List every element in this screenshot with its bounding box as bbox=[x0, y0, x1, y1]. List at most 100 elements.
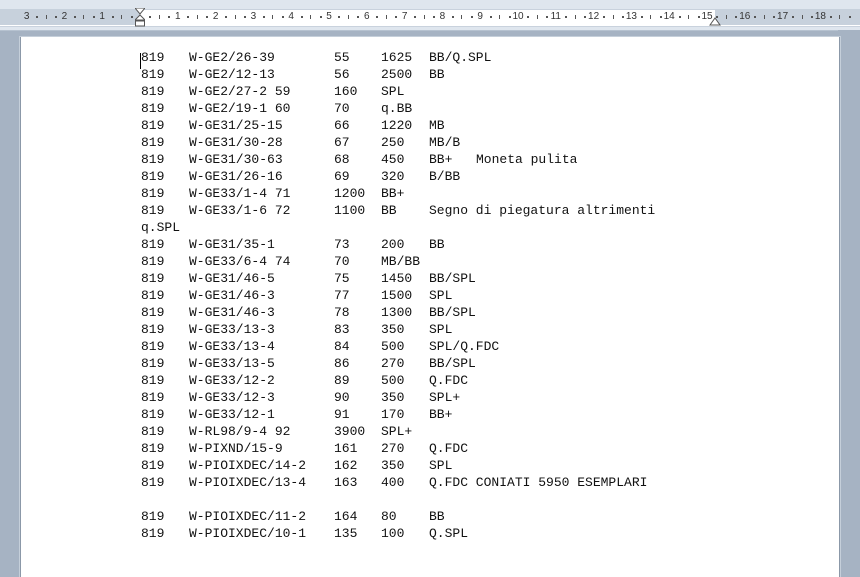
line-field: 819 bbox=[141, 509, 165, 524]
ruler-tick bbox=[225, 16, 228, 18]
line-field: Q.SPL bbox=[429, 526, 469, 541]
line-field: 819 bbox=[141, 67, 165, 82]
line-field: 160 bbox=[334, 84, 358, 99]
ruler-tick bbox=[376, 16, 379, 18]
ruler-tick bbox=[385, 15, 387, 19]
line-field: BB bbox=[429, 509, 445, 524]
ruler-number: 10 bbox=[512, 11, 524, 22]
ruler-tick bbox=[149, 16, 152, 18]
line-field: 164 bbox=[334, 509, 358, 524]
ruler-tick bbox=[310, 15, 312, 19]
line-field: W-GE33/13-4 bbox=[189, 339, 275, 354]
line-field: W-PIXND/15-9 bbox=[189, 441, 283, 456]
line-field: 270 bbox=[381, 356, 405, 371]
line-field: Q.FDC bbox=[429, 441, 469, 456]
line-field: 819 bbox=[141, 475, 165, 490]
line-field: 163 bbox=[334, 475, 358, 490]
line-field: 270 bbox=[381, 441, 405, 456]
line-field: 819 bbox=[141, 135, 165, 150]
line-field: 170 bbox=[381, 407, 405, 422]
line-field: W-GE2/12-13 bbox=[189, 67, 275, 82]
right-indent-marker-icon[interactable] bbox=[709, 16, 721, 26]
ruler-tick bbox=[461, 15, 463, 19]
line-field: W-GE2/26-39 bbox=[189, 50, 275, 65]
line-field: 1200 bbox=[334, 186, 366, 201]
line-field: 100 bbox=[381, 526, 405, 541]
line-field: q.BB bbox=[381, 101, 413, 116]
ruler-tick bbox=[451, 16, 454, 18]
ruler-tick bbox=[678, 16, 681, 18]
ruler-tick bbox=[262, 16, 265, 18]
line-field: 1300 bbox=[381, 305, 413, 320]
line-field: 500 bbox=[381, 339, 405, 354]
line-field: 56 bbox=[334, 67, 350, 82]
line-field: 450 bbox=[381, 152, 405, 167]
line-field: 1220 bbox=[381, 118, 413, 133]
line-field: 69 bbox=[334, 169, 350, 184]
line-field: 91 bbox=[334, 407, 350, 422]
line-field: W-GE33/13-5 bbox=[189, 356, 275, 371]
ruler-tick bbox=[395, 16, 398, 18]
ruler-tick bbox=[489, 16, 492, 18]
ruler-tick bbox=[300, 16, 303, 18]
horizontal-ruler[interactable]: 3 2 1 1 2 3 4 5 6 7 8 9 10 11 12 13 14 15 16 17 18 bbox=[0, 0, 860, 31]
line-field: W-GE33/1-6 72 bbox=[189, 203, 291, 218]
line-field: SPL bbox=[429, 458, 453, 473]
ruler-tick bbox=[763, 15, 765, 19]
line-field: 819 bbox=[141, 305, 165, 320]
line-field: BB+ bbox=[381, 186, 405, 201]
line-field: W-GE31/30-63 bbox=[189, 152, 283, 167]
line-field: MB bbox=[429, 118, 445, 133]
indent-marker-icon[interactable] bbox=[135, 8, 145, 28]
ruler-tick bbox=[243, 16, 246, 18]
line-field: 819 bbox=[141, 373, 165, 388]
line-field: W-GE31/26-16 bbox=[189, 169, 283, 184]
line-field: Segno di piegatura altrimenti bbox=[429, 203, 656, 218]
ruler-tick bbox=[54, 16, 57, 18]
ruler-tick bbox=[536, 15, 538, 19]
line-field: 161 bbox=[334, 441, 358, 456]
line-field: 819 bbox=[141, 339, 165, 354]
ruler-tick bbox=[187, 16, 190, 18]
line-field: BB/SPL bbox=[429, 305, 476, 320]
line-field: 819 bbox=[141, 458, 165, 473]
line-field: 78 bbox=[334, 305, 350, 320]
ruler-tick bbox=[83, 15, 85, 19]
line-field: 86 bbox=[334, 356, 350, 371]
ruler-tick bbox=[111, 16, 114, 18]
line-field: 55 bbox=[334, 50, 350, 65]
ruler-tick bbox=[612, 15, 614, 19]
line-field: 819 bbox=[141, 237, 165, 252]
ruler-tick bbox=[574, 15, 576, 19]
line-field: 819 bbox=[141, 322, 165, 337]
line-field: BB/Q.SPL bbox=[429, 50, 492, 65]
ruler-number: 8 bbox=[439, 11, 446, 22]
ruler-number: 12 bbox=[588, 11, 600, 22]
ruler-tick bbox=[508, 16, 511, 18]
ruler-number: 4 bbox=[288, 11, 294, 22]
line-field: SPL bbox=[429, 322, 453, 337]
line-field: 3900 bbox=[334, 424, 366, 439]
ruler-tick bbox=[423, 15, 425, 19]
line-field: 67 bbox=[334, 135, 350, 150]
ruler-tick bbox=[121, 15, 123, 19]
line-field: 135 bbox=[334, 526, 358, 541]
document-page[interactable]: 819 W-GE2/26-39 55 1625 BB/Q.SPL 819 W-GE2/12-… bbox=[20, 37, 840, 577]
ruler-tick bbox=[196, 15, 198, 19]
ruler-tick bbox=[347, 15, 349, 19]
ruler-tick bbox=[36, 16, 39, 18]
line-field: W-PIOIXDEC/11-2 bbox=[189, 509, 307, 524]
ruler-number: 13 bbox=[625, 11, 637, 22]
ruler-tick bbox=[234, 15, 236, 19]
line-field: 819 bbox=[141, 152, 165, 167]
line-field: 2500 bbox=[381, 67, 413, 82]
ruler-tick bbox=[792, 16, 795, 18]
line-field: 320 bbox=[381, 169, 405, 184]
line-field: 200 bbox=[381, 237, 405, 252]
right-gutter bbox=[838, 30, 860, 572]
ruler-tick bbox=[848, 16, 851, 18]
ruler-tick bbox=[640, 16, 643, 18]
line-field: 350 bbox=[381, 458, 405, 473]
line-field: SPL+ bbox=[381, 424, 413, 439]
line-field: 1500 bbox=[381, 288, 413, 303]
